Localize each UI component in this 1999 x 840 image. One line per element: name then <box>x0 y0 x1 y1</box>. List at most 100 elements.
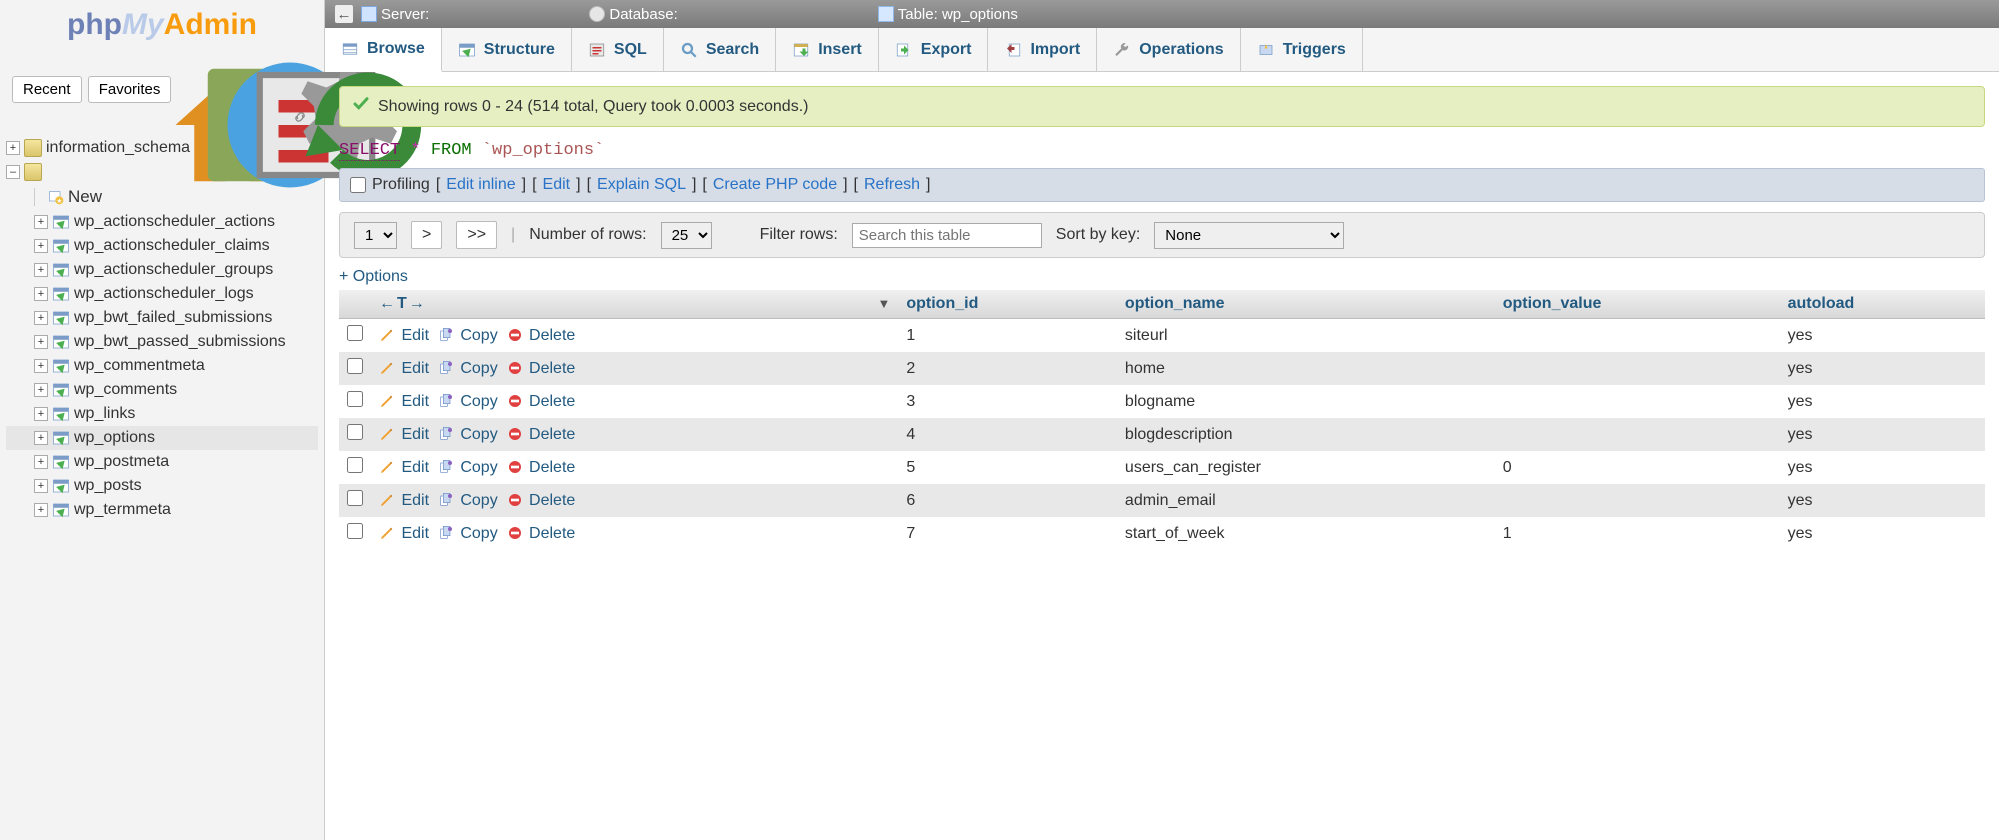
sql-icon[interactable] <box>166 50 184 68</box>
expand-icon[interactable]: + <box>34 431 48 445</box>
row-checkbox[interactable] <box>347 424 363 440</box>
help-icon[interactable] <box>140 50 158 68</box>
expand-icon[interactable]: + <box>34 359 48 373</box>
tab-operations[interactable]: Operations <box>1097 28 1240 71</box>
refresh-link[interactable]: Refresh <box>864 176 920 194</box>
copy-link[interactable]: Copy <box>438 393 498 410</box>
create-php-link[interactable]: Create PHP code <box>713 176 837 194</box>
cell-option-id[interactable]: 6 <box>898 484 1117 517</box>
next-page-button[interactable]: > <box>411 221 442 249</box>
cell-option-name[interactable]: admin_email <box>1117 484 1495 517</box>
row-checkbox[interactable] <box>347 358 363 374</box>
cell-option-id[interactable]: 2 <box>898 352 1117 385</box>
delete-link[interactable]: Delete <box>507 327 576 344</box>
tree-table-wp_actionscheduler_actions[interactable]: +wp_actionscheduler_actions <box>6 210 318 234</box>
expand-icon[interactable]: + <box>34 455 48 469</box>
exit-icon[interactable] <box>114 50 132 68</box>
cell-option-value[interactable] <box>1495 484 1780 517</box>
explain-sql-link[interactable]: Explain SQL <box>597 176 686 194</box>
edit-link[interactable]: Edit <box>543 176 571 194</box>
row-checkbox[interactable] <box>347 490 363 506</box>
favorites-button[interactable]: Favorites <box>88 76 172 103</box>
expand-icon[interactable]: + <box>34 215 48 229</box>
logo[interactable]: phpMyAdmin <box>0 0 324 46</box>
copy-link[interactable]: Copy <box>438 492 498 509</box>
th-autoload[interactable]: autoload <box>1780 290 1985 319</box>
options-link[interactable]: + Options <box>339 268 1985 286</box>
tab-structure[interactable]: Structure <box>442 28 572 71</box>
tab-browse[interactable]: Browse <box>325 28 442 72</box>
tree-table-wp_commentmeta[interactable]: +wp_commentmeta <box>6 354 318 378</box>
cell-option-name[interactable]: blogname <box>1117 385 1495 418</box>
tree-table-wp_comments[interactable]: +wp_comments <box>6 378 318 402</box>
cell-option-name[interactable]: siteurl <box>1117 319 1495 353</box>
cell-autoload[interactable]: yes <box>1780 385 1985 418</box>
edit-inline-link[interactable]: Edit inline <box>446 176 515 194</box>
tab-export[interactable]: Export <box>879 28 989 71</box>
expand-icon[interactable]: + <box>34 335 48 349</box>
cell-option-value[interactable] <box>1495 385 1780 418</box>
tree-table-wp_actionscheduler_claims[interactable]: +wp_actionscheduler_claims <box>6 234 318 258</box>
gear-icon[interactable] <box>192 50 210 68</box>
last-page-button[interactable]: >> <box>456 221 497 249</box>
th-option-value[interactable]: option_value <box>1495 290 1780 319</box>
cell-option-value[interactable]: 0 <box>1495 451 1780 484</box>
cell-option-name[interactable]: users_can_register <box>1117 451 1495 484</box>
tree-table-wp_actionscheduler_groups[interactable]: +wp_actionscheduler_groups <box>6 258 318 282</box>
copy-link[interactable]: Copy <box>438 426 498 443</box>
delete-link[interactable]: Delete <box>507 525 576 542</box>
expand-icon[interactable]: + <box>6 141 20 155</box>
search-input[interactable] <box>852 223 1042 248</box>
tree-table-wp_options[interactable]: +wp_options <box>6 426 318 450</box>
tree-table-wp_bwt_failed_submissions[interactable]: +wp_bwt_failed_submissions <box>6 306 318 330</box>
edit-link[interactable]: Edit <box>379 360 429 377</box>
home-icon[interactable] <box>88 50 106 68</box>
cell-option-value[interactable]: 1 <box>1495 517 1780 550</box>
cell-autoload[interactable]: yes <box>1780 418 1985 451</box>
expand-icon[interactable]: + <box>34 503 48 517</box>
cell-autoload[interactable]: yes <box>1780 319 1985 353</box>
tree-table-wp_posts[interactable]: +wp_posts <box>6 474 318 498</box>
th-option-name[interactable]: option_name <box>1117 290 1495 319</box>
row-checkbox[interactable] <box>347 391 363 407</box>
cell-option-name[interactable]: home <box>1117 352 1495 385</box>
tree-table-wp_bwt_passed_submissions[interactable]: +wp_bwt_passed_submissions <box>6 330 318 354</box>
edit-link[interactable]: Edit <box>379 459 429 476</box>
edit-link[interactable]: Edit <box>379 525 429 542</box>
tree-table-wp_actionscheduler_logs[interactable]: +wp_actionscheduler_logs <box>6 282 318 306</box>
delete-link[interactable]: Delete <box>507 360 576 377</box>
tree-table-wp_links[interactable]: +wp_links <box>6 402 318 426</box>
cell-autoload[interactable]: yes <box>1780 451 1985 484</box>
profiling-checkbox[interactable] <box>350 177 366 193</box>
copy-link[interactable]: Copy <box>438 327 498 344</box>
expand-icon[interactable]: + <box>34 239 48 253</box>
delete-link[interactable]: Delete <box>507 459 576 476</box>
edit-link[interactable]: Edit <box>379 426 429 443</box>
edit-link[interactable]: Edit <box>379 393 429 410</box>
reload-icon[interactable] <box>218 50 236 68</box>
page-select[interactable]: 1 <box>354 222 397 249</box>
row-checkbox[interactable] <box>347 325 363 341</box>
cell-option-id[interactable]: 1 <box>898 319 1117 353</box>
sort-by-key-select[interactable]: None <box>1154 222 1344 249</box>
th-option-id[interactable]: option_id <box>898 290 1117 319</box>
recent-button[interactable]: Recent <box>12 76 82 103</box>
cell-option-id[interactable]: 4 <box>898 418 1117 451</box>
edit-link[interactable]: Edit <box>379 492 429 509</box>
cell-option-value[interactable] <box>1495 319 1780 353</box>
tree-table-wp_postmeta[interactable]: +wp_postmeta <box>6 450 318 474</box>
expand-icon[interactable]: + <box>34 311 48 325</box>
copy-link[interactable]: Copy <box>438 360 498 377</box>
delete-link[interactable]: Delete <box>507 426 576 443</box>
breadcrumb-server[interactable]: Server: <box>361 6 429 23</box>
tab-sql[interactable]: SQL <box>572 28 664 71</box>
delete-link[interactable]: Delete <box>507 393 576 410</box>
cell-option-name[interactable]: blogdescription <box>1117 418 1495 451</box>
cell-option-value[interactable] <box>1495 352 1780 385</box>
collapse-icon[interactable]: – <box>6 165 20 179</box>
expand-icon[interactable]: + <box>34 383 48 397</box>
cell-autoload[interactable]: yes <box>1780 517 1985 550</box>
row-checkbox[interactable] <box>347 523 363 539</box>
expand-icon[interactable]: + <box>34 407 48 421</box>
tab-triggers[interactable]: Triggers <box>1241 28 1363 71</box>
